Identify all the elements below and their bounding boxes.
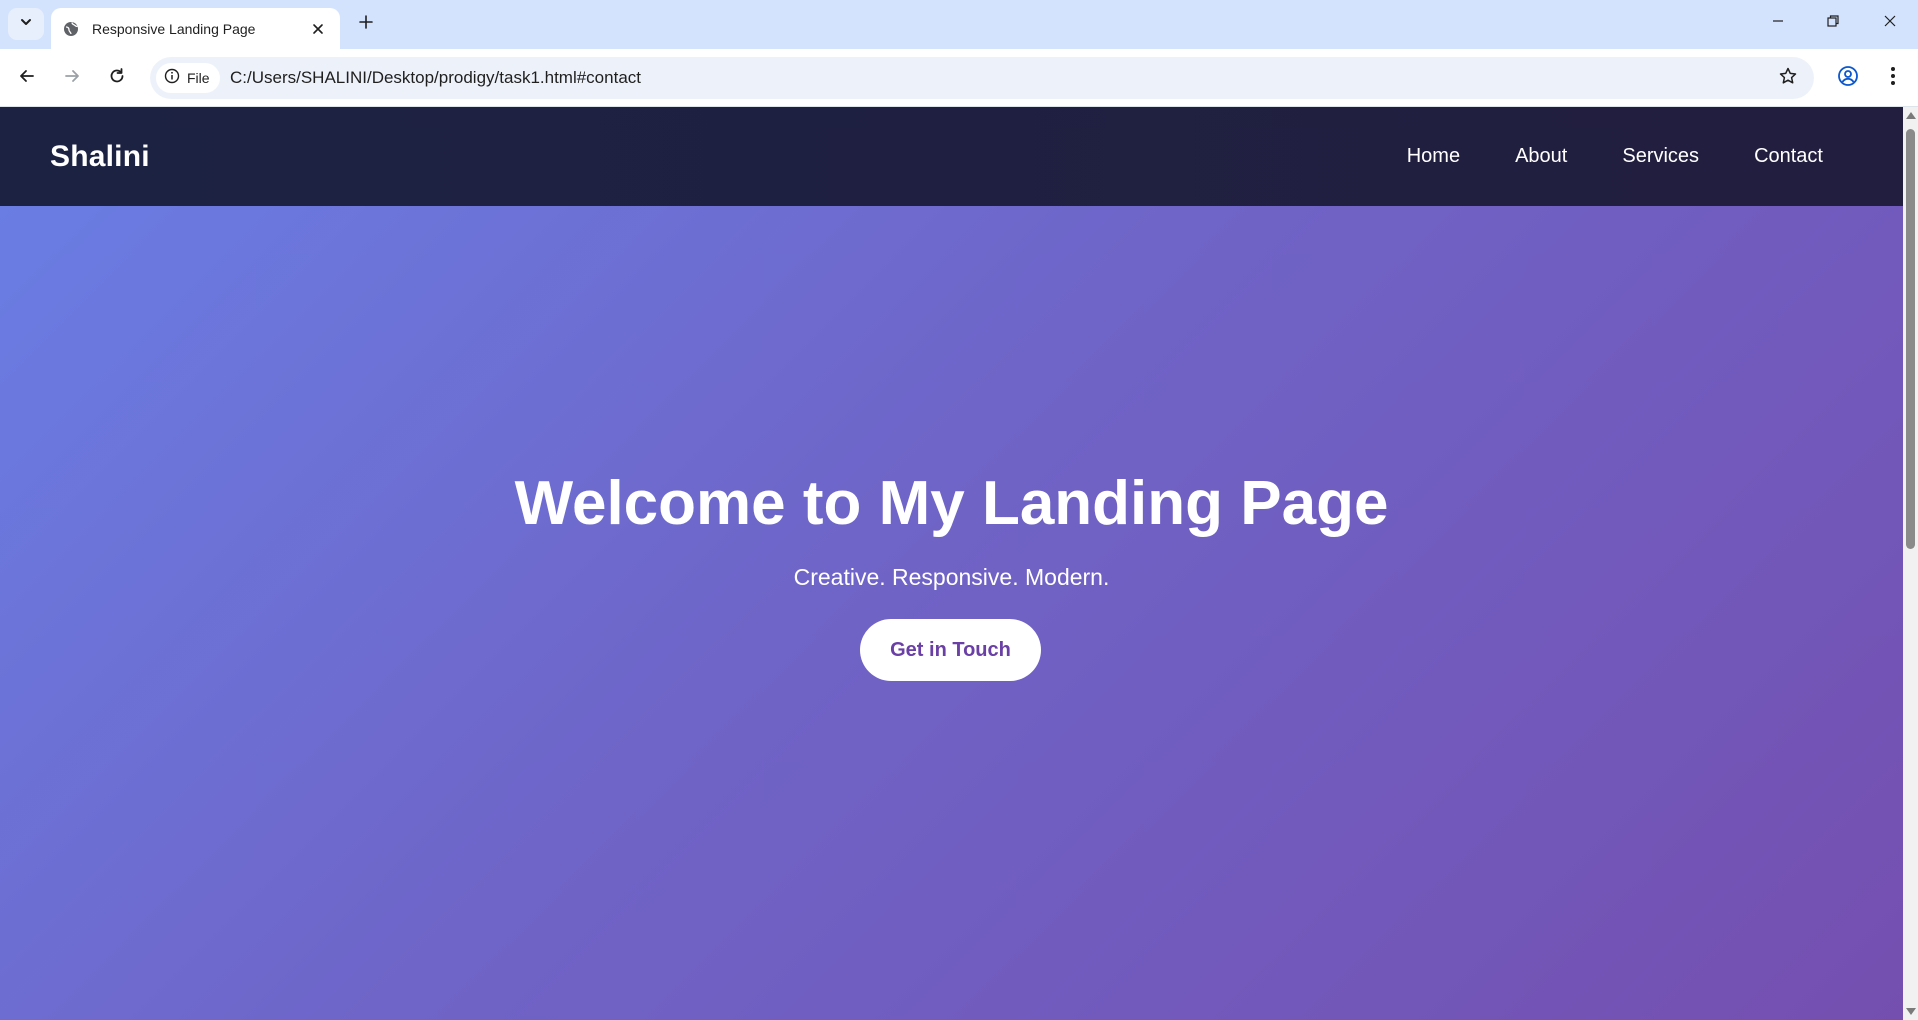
page-scrollbar[interactable] <box>1903 107 1918 1020</box>
hero-subtitle: Creative. Responsive. Modern. <box>793 564 1110 590</box>
arrow-right-icon <box>63 67 81 90</box>
get-in-touch-button[interactable]: Get in Touch <box>860 619 1041 681</box>
url-text[interactable]: C:/Users/SHALINI/Desktop/prodigy/task1.h… <box>230 68 641 88</box>
menu-button[interactable] <box>1876 61 1910 95</box>
nav-link-services[interactable]: Services <box>1622 145 1699 168</box>
hero-title: Welcome to My Landing Page <box>514 469 1389 538</box>
reload-icon <box>108 67 126 90</box>
tab-search-button[interactable] <box>8 8 44 40</box>
close-icon[interactable] <box>306 17 330 41</box>
plus-icon <box>358 14 374 35</box>
window-close-button[interactable] <box>1872 8 1908 38</box>
page-viewport: Shalini Home About Services Contact Welc… <box>0 107 1903 1020</box>
address-bar[interactable]: File C:/Users/SHALINI/Desktop/prodigy/ta… <box>150 57 1814 99</box>
site-brand[interactable]: Shalini <box>50 140 150 174</box>
scroll-thumb[interactable] <box>1906 129 1915 549</box>
forward-button[interactable] <box>55 61 89 95</box>
arrow-left-icon <box>18 67 36 90</box>
profile-button[interactable] <box>1831 61 1865 95</box>
nav-link-contact[interactable]: Contact <box>1754 145 1823 168</box>
minimize-icon <box>1771 14 1785 33</box>
site-navbar: Shalini Home About Services Contact <box>0 107 1903 206</box>
restore-icon <box>1826 14 1840 33</box>
hero-section: Welcome to My Landing Page Creative. Res… <box>0 206 1903 1020</box>
globe-icon <box>62 20 80 38</box>
nav-link-about[interactable]: About <box>1515 145 1567 168</box>
chevron-down-icon <box>19 15 33 34</box>
more-vertical-icon <box>1890 66 1896 91</box>
browser-tab[interactable]: Responsive Landing Page <box>51 8 340 49</box>
scroll-up-arrow-icon[interactable] <box>1906 112 1916 119</box>
restore-button[interactable] <box>1815 8 1851 38</box>
nav-link-home[interactable]: Home <box>1407 145 1460 168</box>
bookmark-button[interactable] <box>1776 66 1800 90</box>
minimize-button[interactable] <box>1760 8 1796 38</box>
tab-title: Responsive Landing Page <box>92 20 256 37</box>
site-info-chip[interactable]: File <box>156 63 220 93</box>
back-button[interactable] <box>10 61 44 95</box>
tab-strip: Responsive Landing Page <box>0 0 1918 49</box>
reload-button[interactable] <box>100 61 134 95</box>
new-tab-button[interactable] <box>352 10 380 38</box>
profile-icon <box>1837 65 1859 92</box>
site-nav-links: Home About Services Contact <box>1407 145 1823 168</box>
star-icon <box>1778 66 1798 91</box>
info-icon <box>164 68 180 89</box>
browser-toolbar: File C:/Users/SHALINI/Desktop/prodigy/ta… <box>0 49 1918 107</box>
site-info-label: File <box>187 70 210 86</box>
close-icon <box>1883 14 1897 33</box>
scroll-down-arrow-icon[interactable] <box>1906 1008 1916 1015</box>
